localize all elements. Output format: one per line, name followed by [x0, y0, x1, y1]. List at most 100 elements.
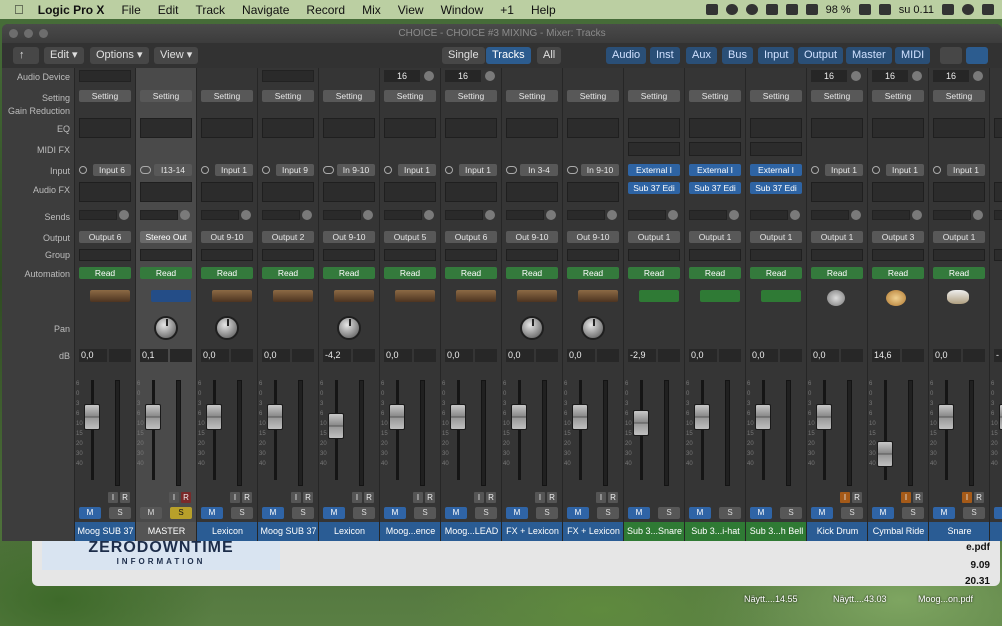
db-value[interactable]: 0,0	[506, 349, 534, 362]
group-slot[interactable]	[628, 249, 680, 261]
audio-fx-slot[interactable]	[79, 182, 131, 202]
mono-input-icon[interactable]	[262, 166, 270, 174]
input-button[interactable]: In 9-10	[337, 164, 375, 176]
audio-fx-slot[interactable]	[262, 182, 314, 202]
solo-button[interactable]: S	[292, 507, 314, 519]
midi-fx-slot[interactable]	[750, 142, 802, 156]
audio-device-slot[interactable]	[79, 70, 131, 82]
input-monitor-button[interactable]: I	[108, 492, 118, 503]
input-button[interactable]: In 3-4	[520, 164, 558, 176]
input-monitor-button[interactable]: I	[291, 492, 301, 503]
eq-display[interactable]	[140, 118, 192, 138]
setting-button[interactable]: Setting	[262, 90, 314, 102]
solo-button[interactable]: S	[597, 507, 619, 519]
send-level-knob[interactable]	[912, 210, 922, 220]
audio-fx-slot[interactable]	[506, 182, 558, 202]
eq-display[interactable]	[262, 118, 314, 138]
menu-plus-one[interactable]: +1	[500, 3, 514, 17]
desktop-file-1[interactable]: Näytt....14.55	[744, 594, 798, 604]
eq-display[interactable]	[994, 118, 1002, 138]
db-value[interactable]: 0,0	[750, 349, 778, 362]
audio-device-icon[interactable]	[424, 71, 434, 81]
view-menu-button[interactable]: View ▾	[154, 47, 199, 64]
automation-mode-button[interactable]: Read	[79, 267, 131, 279]
send-slot[interactable]	[384, 210, 422, 220]
send-level-knob[interactable]	[729, 210, 739, 220]
mute-button[interactable]: M	[811, 507, 833, 519]
automation-mode-button[interactable]: Read	[689, 267, 741, 279]
output-button[interactable]: Out 9-10	[201, 231, 253, 243]
solo-button[interactable]: S	[780, 507, 802, 519]
user-avatar-icon[interactable]	[962, 4, 974, 15]
input-monitor-button[interactable]: I	[230, 492, 240, 503]
input-button[interactable]: I13-14	[154, 164, 192, 176]
solo-button[interactable]: S	[414, 507, 436, 519]
input-plugin-button[interactable]: External I	[628, 164, 680, 176]
send-slot[interactable]	[933, 210, 971, 220]
send-slot[interactable]	[79, 210, 117, 220]
setting-button[interactable]: Setting	[811, 90, 863, 102]
filter-output-button[interactable]: Output	[798, 47, 844, 64]
track-name[interactable]: FX + Lexicon	[502, 522, 562, 541]
menu-view[interactable]: View	[398, 3, 424, 17]
audio-fx-slot[interactable]	[201, 182, 253, 202]
track-name[interactable]: Lexicon	[197, 522, 257, 541]
mute-button[interactable]: M	[140, 507, 162, 519]
db-value[interactable]: 0,0	[201, 349, 229, 362]
volume-fader[interactable]	[938, 404, 954, 431]
menu-window[interactable]: Window	[441, 3, 484, 17]
wide-strips-icon[interactable]	[966, 47, 988, 64]
record-enable-button[interactable]: R	[364, 492, 374, 503]
setting-button[interactable]: Setting	[689, 90, 741, 102]
automation-mode-button[interactable]: Read	[201, 267, 253, 279]
volume-fader[interactable]	[267, 404, 283, 431]
mute-button[interactable]: M	[323, 507, 345, 519]
output-button[interactable]: Out 9-10	[567, 231, 619, 243]
output-button[interactable]: Stereo Out	[140, 231, 192, 243]
automation-mode-button[interactable]: Read	[872, 267, 924, 279]
output-button[interactable]: Output 6	[445, 231, 497, 243]
send-slot[interactable]	[567, 210, 605, 220]
record-enable-button[interactable]: R	[303, 492, 313, 503]
track-name[interactable]: Lexicon	[319, 522, 379, 541]
eq-display[interactable]	[323, 118, 375, 138]
pan-knob[interactable]	[337, 316, 361, 340]
track-name[interactable]: Cymbal Ride	[868, 522, 928, 541]
solo-button[interactable]: S	[841, 507, 863, 519]
display-icon[interactable]	[705, 4, 718, 15]
send-level-knob[interactable]	[851, 210, 861, 220]
automation-mode-button[interactable]: Read	[567, 267, 619, 279]
input-monitor-button[interactable]: I	[535, 492, 545, 503]
output-button[interactable]: Output 1	[750, 231, 802, 243]
single-view-button[interactable]: Single	[442, 47, 485, 64]
input-button[interactable]: Input 1	[398, 164, 436, 176]
tracks-view-button[interactable]: Tracks	[486, 47, 531, 64]
input-monitor-button[interactable]: I	[962, 492, 972, 503]
menu-file[interactable]: File	[121, 3, 140, 17]
send-level-knob[interactable]	[119, 210, 129, 220]
send-level-knob[interactable]	[973, 210, 983, 220]
send-slot[interactable]	[811, 210, 849, 220]
volume-fader[interactable]	[816, 404, 832, 431]
mute-button[interactable]: M	[689, 507, 711, 519]
db-value[interactable]: 0,0	[445, 349, 473, 362]
volume-icon[interactable]	[805, 4, 818, 15]
mono-input-icon[interactable]	[872, 166, 880, 174]
group-slot[interactable]	[872, 249, 924, 261]
send-level-knob[interactable]	[607, 210, 617, 220]
volume-fader[interactable]	[206, 404, 222, 431]
stereo-input-icon[interactable]	[567, 166, 578, 174]
input-monitor-button[interactable]: I	[596, 492, 606, 503]
output-button[interactable]: Output 1	[628, 231, 680, 243]
mute-button[interactable]: M	[506, 507, 528, 519]
input-monitor-button[interactable]: I	[169, 492, 179, 503]
clock-time[interactable]: su 0.11	[899, 4, 934, 16]
send-level-knob[interactable]	[302, 210, 312, 220]
volume-fader[interactable]	[328, 413, 344, 440]
send-slot[interactable]	[445, 210, 483, 220]
record-enable-button[interactable]: R	[547, 492, 557, 503]
mute-button[interactable]: M	[872, 507, 894, 519]
audio-fx-slot[interactable]	[811, 182, 863, 202]
back-arrow-icon[interactable]: ↑	[13, 47, 39, 64]
solo-button[interactable]: S	[231, 507, 253, 519]
